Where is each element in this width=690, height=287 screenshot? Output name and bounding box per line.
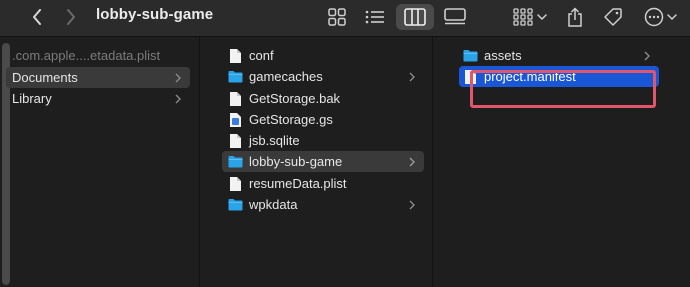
item-label: jsb.sqlite xyxy=(249,133,300,148)
item-label: .com.apple....etadata.plist xyxy=(12,48,161,63)
document-icon xyxy=(228,175,243,192)
view-icons-button[interactable] xyxy=(326,4,348,30)
item-label: Library xyxy=(12,91,52,106)
list-item-conf[interactable]: conf xyxy=(222,45,424,66)
forward-button[interactable] xyxy=(60,4,82,30)
item-label: lobby-sub-game xyxy=(249,154,343,169)
item-label: wpkdata xyxy=(249,197,298,212)
chevron-right-icon xyxy=(67,9,75,25)
tag-button[interactable] xyxy=(602,4,624,30)
chevron-right-icon xyxy=(406,155,418,168)
share-icon xyxy=(568,7,582,27)
document-icon xyxy=(228,132,243,149)
list-item-getstorage-gs[interactable]: GetStorage.gs xyxy=(222,109,424,130)
list-item-library[interactable]: Library xyxy=(6,88,190,109)
chevron-down-icon xyxy=(666,14,677,21)
chevron-right-icon xyxy=(406,198,418,211)
list-item-wpkdata[interactable]: wpkdata xyxy=(222,194,424,215)
folder-icon xyxy=(228,68,243,85)
icon-grid-icon xyxy=(328,8,346,26)
document-icon xyxy=(228,47,243,64)
list-icon xyxy=(365,10,384,24)
gallery-icon xyxy=(444,8,466,25)
back-button[interactable] xyxy=(26,4,48,30)
share-button[interactable] xyxy=(564,4,586,30)
annotation-highlight-box xyxy=(470,70,656,108)
item-label: assets xyxy=(484,48,522,63)
item-label: Documents xyxy=(12,70,78,85)
view-list-button[interactable] xyxy=(364,4,386,30)
tag-icon xyxy=(604,8,622,26)
view-columns-button[interactable] xyxy=(396,4,434,30)
list-item-gamecaches[interactable]: gamecaches xyxy=(222,66,424,87)
item-label: resumeData.plist xyxy=(249,176,347,191)
group-by-button[interactable] xyxy=(512,4,548,30)
toolbar: lobby-sub-game xyxy=(0,0,690,37)
chevron-right-icon xyxy=(406,70,418,83)
columns-icon xyxy=(404,8,426,26)
more-icon xyxy=(644,7,663,27)
chevron-right-icon xyxy=(172,71,184,84)
chevron-down-icon xyxy=(537,14,547,21)
list-item-lobby-sub-game[interactable]: lobby-sub-game xyxy=(222,151,424,172)
group-grid-icon xyxy=(513,8,533,26)
item-label: GetStorage.bak xyxy=(249,91,341,106)
window-title: lobby-sub-game xyxy=(96,6,214,23)
item-label: gamecaches xyxy=(249,69,323,84)
chevron-right-icon xyxy=(172,92,184,105)
item-label: conf xyxy=(249,48,274,63)
view-gallery-button[interactable] xyxy=(442,4,468,30)
list-item-getstorage-bak[interactable]: GetStorage.bak xyxy=(222,88,424,109)
folder-icon xyxy=(463,47,478,64)
chevron-right-icon xyxy=(641,49,653,62)
blue-file-icon xyxy=(228,111,243,128)
list-item-assets[interactable]: assets xyxy=(459,45,659,66)
list-item-jsb-sqlite[interactable]: jsb.sqlite xyxy=(222,130,424,151)
list-item-resumedata-plist[interactable]: resumeData.plist xyxy=(222,173,424,194)
item-label: GetStorage.gs xyxy=(249,112,333,127)
list-item[interactable]: .com.apple....etadata.plist xyxy=(6,45,190,66)
list-item-documents[interactable]: Documents xyxy=(6,67,190,88)
folder-icon xyxy=(228,153,243,170)
chevron-left-icon xyxy=(33,9,41,25)
folder-icon xyxy=(228,196,243,213)
document-icon xyxy=(228,90,243,107)
more-button[interactable] xyxy=(642,4,678,30)
column-2: conf gamecaches GetStorage.bak GetStorag… xyxy=(199,37,432,287)
column-1: .com.apple....etadata.plist Documents Li… xyxy=(0,37,198,287)
